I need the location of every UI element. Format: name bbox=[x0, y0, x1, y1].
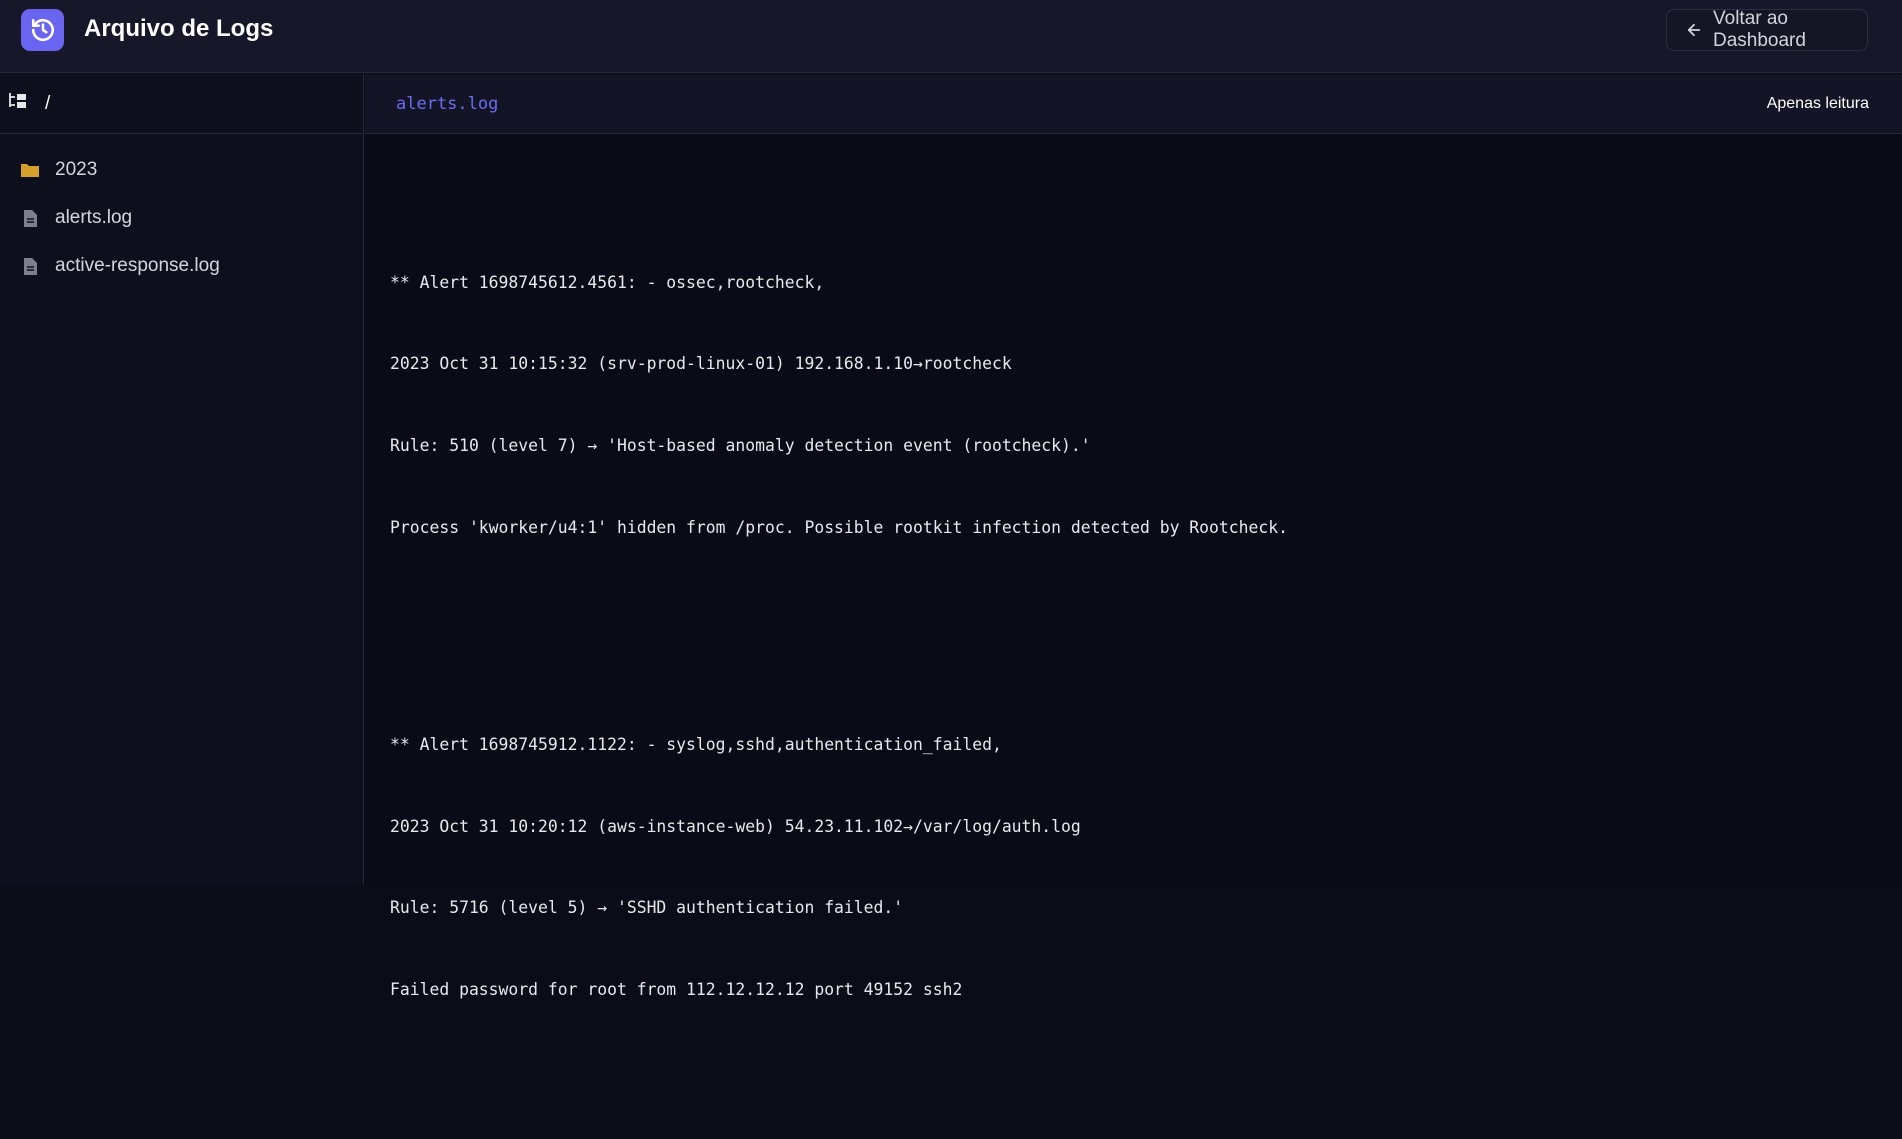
folder-icon bbox=[20, 160, 40, 180]
log-alert-block: ** Alert 1698745912.1122: - syslog,sshd,… bbox=[390, 677, 1902, 1058]
tree-path-header: / bbox=[0, 74, 363, 134]
tree-item-folder-2023[interactable]: 2023 bbox=[0, 146, 363, 194]
log-line: Rule: 5716 (level 5) → 'SSHD authenticat… bbox=[390, 898, 904, 918]
arrow-left-icon bbox=[1685, 21, 1703, 39]
file-tree: 2023 alerts.log active-response.log bbox=[0, 134, 363, 290]
read-only-badge: Apenas leitura bbox=[1766, 94, 1869, 112]
tree-item-active-response-log[interactable]: active-response.log bbox=[0, 242, 363, 290]
log-viewer: alerts.log Apenas leitura ** Alert 16987… bbox=[365, 74, 1902, 999]
log-line: ** Alert 1698745912.1122: - syslog,sshd,… bbox=[390, 735, 1002, 755]
app-header: Arquivo de Logs Voltar ao Dashboard bbox=[0, 0, 1902, 73]
back-to-dashboard-button[interactable]: Voltar ao Dashboard bbox=[1666, 8, 1868, 51]
history-icon bbox=[21, 9, 64, 51]
log-line: Process 'kworker/u4:1' hidden from /proc… bbox=[390, 517, 1288, 537]
page-title: Arquivo de Logs bbox=[84, 15, 274, 42]
tree-item-label: alerts.log bbox=[55, 207, 133, 228]
log-line: Rule: 510 (level 7) → 'Host-based anomal… bbox=[390, 436, 1091, 456]
folder-tree-icon bbox=[8, 92, 28, 115]
open-file-tab[interactable]: alerts.log bbox=[396, 94, 498, 114]
log-line: 2023 Oct 31 10:20:12 (aws-instance-web) … bbox=[390, 816, 1081, 836]
tree-item-alerts-log[interactable]: alerts.log bbox=[0, 194, 363, 242]
current-path: / bbox=[45, 92, 51, 114]
log-line: Failed password for root from 112.12.12.… bbox=[390, 979, 963, 999]
tree-item-label: active-response.log bbox=[55, 255, 220, 276]
log-content[interactable]: ** Alert 1698745612.4561: - ossec,rootch… bbox=[365, 134, 1902, 1139]
file-icon bbox=[20, 208, 40, 228]
log-alert-block: ** Alert 1698745612.4561: - ossec,rootch… bbox=[390, 214, 1902, 595]
log-line: 2023 Oct 31 10:15:32 (srv-prod-linux-01)… bbox=[390, 354, 1012, 374]
back-button-label: Voltar ao Dashboard bbox=[1713, 8, 1806, 51]
tree-item-label: 2023 bbox=[55, 159, 98, 180]
viewer-header: alerts.log Apenas leitura bbox=[365, 74, 1902, 134]
log-line: ** Alert 1698745612.4561: - ossec,rootch… bbox=[390, 272, 825, 292]
file-tree-sidebar: / 2023 alerts.log active-response.log bbox=[0, 74, 364, 885]
file-icon bbox=[20, 256, 40, 276]
